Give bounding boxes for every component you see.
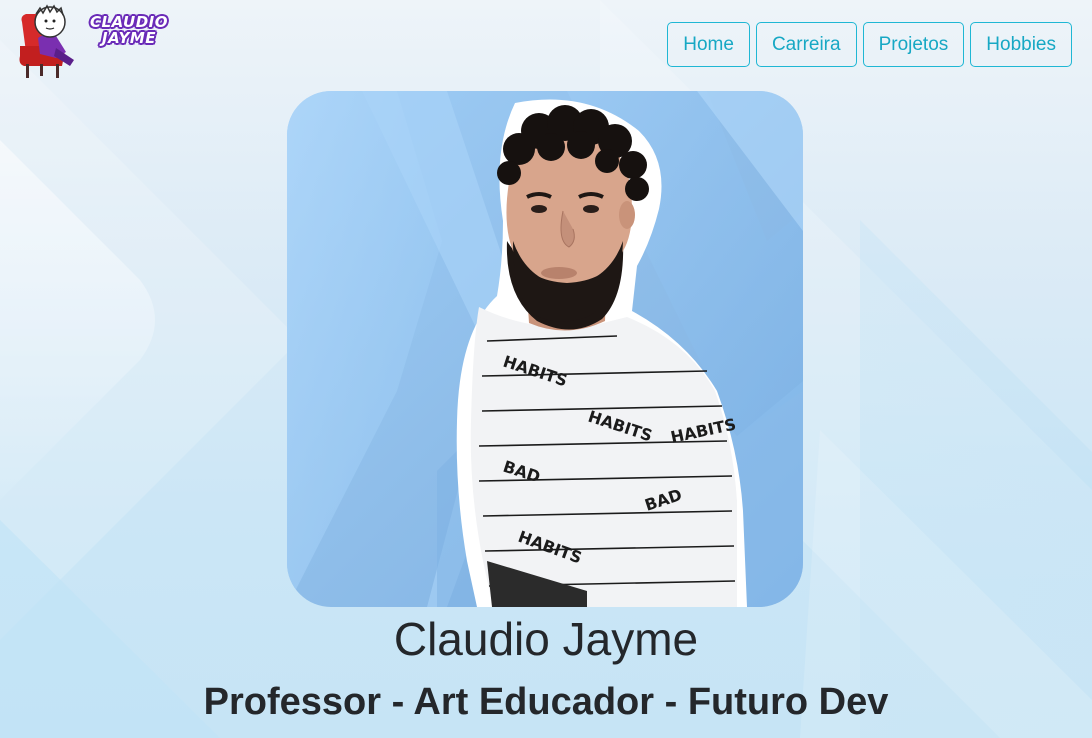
- main-nav: Home Carreira Projetos Hobbies: [667, 22, 1072, 67]
- logo-line-2: JAYME: [101, 29, 156, 47]
- nav-hobbies-button[interactable]: Hobbies: [970, 22, 1072, 67]
- profile-illustration: HABITS HABITS BAD BAD HABITS HABITS: [287, 91, 803, 607]
- profile-photo: HABITS HABITS BAD BAD HABITS HABITS: [287, 91, 803, 607]
- site-logo[interactable]: CLAUDIO JAYME: [16, 2, 186, 84]
- nav-home-button[interactable]: Home: [667, 22, 750, 67]
- hero-name: Claudio Jayme: [393, 613, 699, 665]
- nav-carreira-button[interactable]: Carreira: [755, 22, 857, 67]
- logo-line-1: CLAUDIO: [90, 13, 168, 31]
- logo-wordmark: CLAUDIO JAYME: [74, 14, 184, 46]
- nav-projetos-button[interactable]: Projetos: [862, 22, 965, 67]
- hero-subtitle: Professor - Art Educador - Futuro Dev: [203, 681, 889, 723]
